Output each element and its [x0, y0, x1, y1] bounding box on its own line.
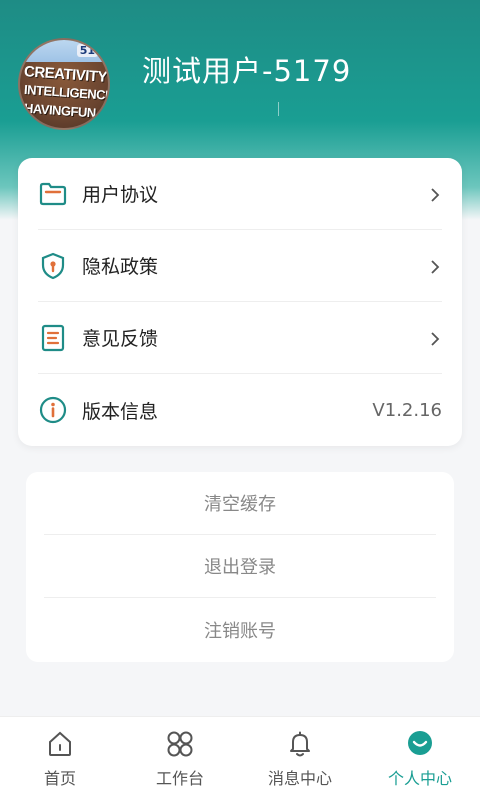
menu-item-label: 隐私政策 [82, 256, 159, 278]
folder-icon [38, 179, 68, 209]
subtitle-divider [278, 102, 279, 116]
menu-item-feedback[interactable]: 意见反馈 [38, 302, 442, 374]
menu-item-version-info[interactable]: 版本信息 V1.2.16 [38, 374, 442, 446]
tab-label: 首页 [43, 768, 76, 788]
tab-messages[interactable]: 消息中心 [240, 717, 360, 800]
avatar-tag: 51 [76, 44, 98, 57]
chevron-right-icon [428, 259, 442, 274]
bottom-tabbar: 首页 工作台 消息中心 个人中心 [0, 716, 480, 800]
tab-home[interactable]: 首页 [0, 717, 120, 800]
tab-label: 工作台 [155, 768, 204, 788]
profile-icon [405, 729, 435, 759]
menu-item-label: 意见反馈 [82, 328, 159, 350]
bell-icon [285, 729, 315, 759]
delete-account-button[interactable]: 注销账号 [44, 598, 436, 661]
menu-item-label: 用户协议 [82, 184, 159, 206]
avatar[interactable]: 51 CREATIVITY INTELLIGENCE HAVINGFUN [18, 38, 110, 130]
version-value: V1.2.16 [372, 399, 442, 421]
menu-item-privacy-policy[interactable]: 隐私政策 [38, 230, 442, 302]
menu-card: 用户协议 隐私政策 意见反馈 版本信息 V1.2.16 [18, 158, 462, 446]
logout-button[interactable]: 退出登录 [44, 535, 436, 598]
chevron-right-icon [428, 187, 442, 202]
tab-workbench[interactable]: 工作台 [120, 717, 240, 800]
clear-cache-button[interactable]: 清空缓存 [44, 472, 436, 535]
username: 测试用户-5179 [142, 54, 352, 88]
shield-icon [38, 251, 68, 281]
menu-item-user-agreement[interactable]: 用户协议 [38, 158, 442, 230]
tab-label: 个人中心 [387, 768, 452, 788]
chevron-right-icon [428, 331, 442, 346]
workbench-icon [165, 729, 195, 759]
tab-label: 消息中心 [267, 768, 332, 788]
feedback-doc-icon [38, 323, 68, 353]
menu-item-label: 版本信息 [82, 400, 159, 423]
avatar-text-line: HAVINGFUN [23, 100, 97, 121]
info-icon [38, 395, 68, 425]
action-card: 清空缓存 退出登录 注销账号 [26, 472, 454, 662]
tab-profile[interactable]: 个人中心 [360, 717, 480, 800]
home-icon [45, 729, 75, 759]
